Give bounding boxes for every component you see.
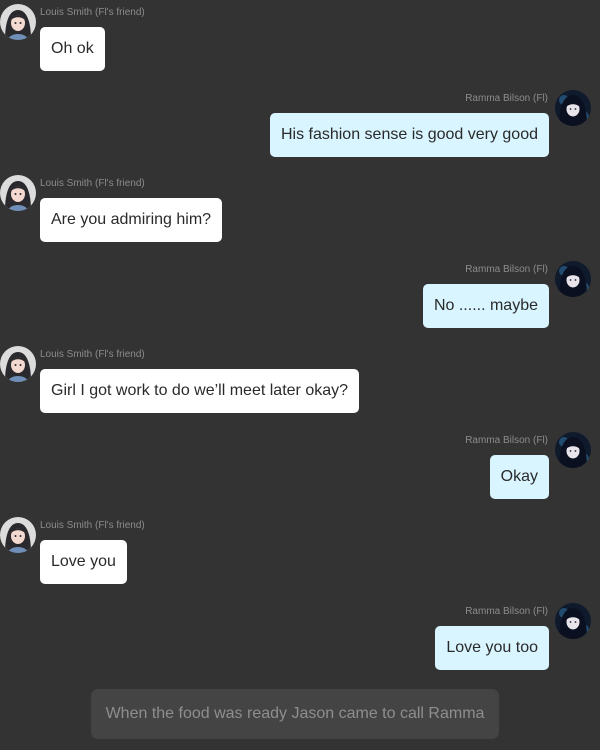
ramma-avatar-icon[interactable] <box>555 603 591 639</box>
sender-name: Ramma Bilson (Fl) <box>465 93 548 104</box>
message-bubble[interactable]: His fashion sense is good very good <box>269 113 549 157</box>
sender-name: Ramma Bilson (Fl) <box>465 264 548 275</box>
friend-avatar-icon[interactable] <box>0 175 36 211</box>
sender-name: Louis Smith (Fl's friend) <box>40 349 145 360</box>
ramma-avatar-icon[interactable] <box>555 90 591 126</box>
sender-name: Louis Smith (Fl's friend) <box>40 7 145 18</box>
friend-avatar-icon[interactable] <box>0 517 36 553</box>
friend-avatar-icon[interactable] <box>0 4 36 40</box>
sender-name: Louis Smith (Fl's friend) <box>40 520 145 531</box>
message-bubble[interactable]: Love you too <box>435 626 549 670</box>
ramma-avatar-icon[interactable] <box>555 261 591 297</box>
chat-thread: Louis Smith (Fl's friend) Oh ok Ramma Bi… <box>0 0 600 750</box>
message-bubble[interactable]: No ...... maybe <box>422 284 549 328</box>
message-bubble[interactable]: Oh ok <box>40 27 105 71</box>
message-bubble[interactable]: Are you admiring him? <box>40 198 223 242</box>
sender-name: Ramma Bilson (Fl) <box>465 435 548 446</box>
message-bubble[interactable]: Girl I got work to do we’ll meet later o… <box>40 369 360 413</box>
message-bubble[interactable]: Love you <box>40 540 127 584</box>
narration-bubble[interactable]: When the food was ready Jason came to ca… <box>91 689 499 739</box>
friend-avatar-icon[interactable] <box>0 346 36 382</box>
message-bubble[interactable]: Okay <box>489 455 549 499</box>
ramma-avatar-icon[interactable] <box>555 432 591 468</box>
sender-name: Ramma Bilson (Fl) <box>465 606 548 617</box>
sender-name: Louis Smith (Fl's friend) <box>40 178 145 189</box>
